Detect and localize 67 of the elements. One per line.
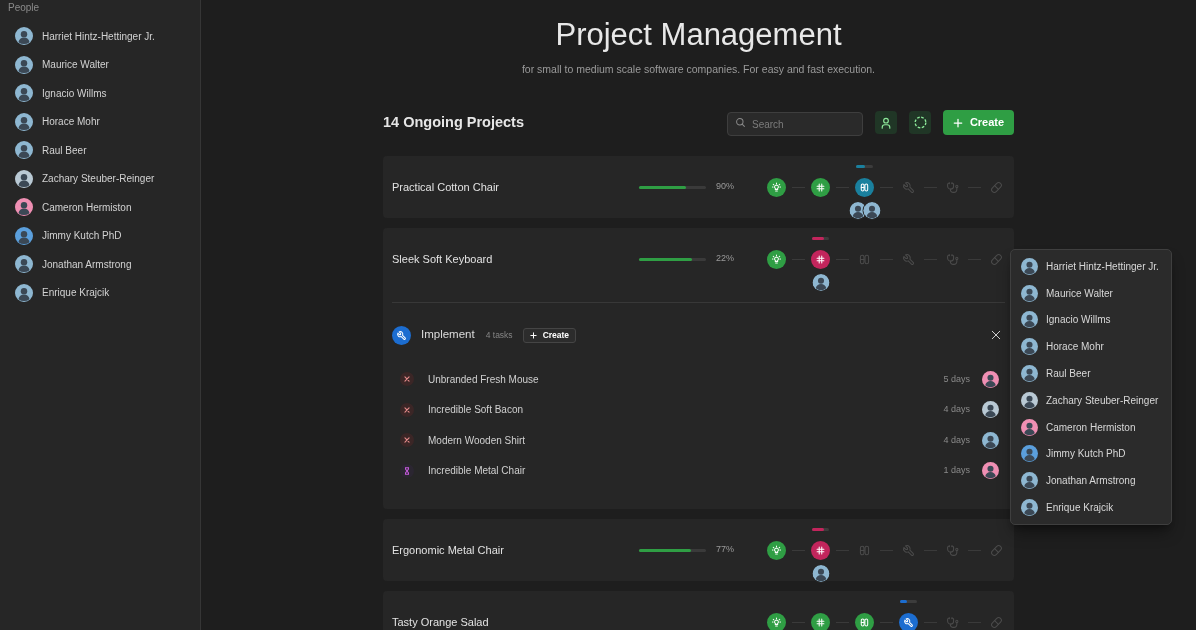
sidebar-item[interactable]: Enrique Krajcik — [0, 278, 200, 307]
search-field[interactable]: Search — [727, 112, 863, 136]
sidebar-item[interactable]: Raul Beer — [0, 136, 200, 165]
menu-item[interactable]: Raul Beer — [1011, 360, 1171, 387]
menu-item[interactable]: Jimmy Kutch PhD — [1011, 440, 1171, 468]
menu-item[interactable]: Jonathan Armstrong — [1011, 467, 1171, 495]
menu-item[interactable]: Zachary Steuber-Reinger — [1011, 387, 1171, 414]
sidebar-item[interactable]: Maurice Walter — [0, 50, 200, 79]
page-subtitle: for small to medium scale software companies. For easy and fast execution. — [520, 62, 877, 77]
sidebar-item[interactable]: Harriet Hintz-Hettinger Jr. — [0, 22, 200, 51]
lightbulb-icon[interactable] — [767, 177, 786, 197]
task-name: Modern Wooden Shirt — [428, 433, 526, 448]
dashed-circle-icon — [912, 115, 928, 130]
menu-item[interactable]: Harriet Hintz-Hettinger Jr. — [1011, 253, 1171, 280]
project-name: Ergonomic Metal Chair — [392, 543, 505, 557]
progress-percent: 22% — [716, 252, 735, 266]
lightbulb-icon[interactable] — [767, 249, 786, 269]
sidebar-item[interactable]: Cameron Hermiston — [0, 193, 200, 222]
create-task-button[interactable]: Create — [522, 327, 577, 343]
due-text: 4 days — [943, 433, 970, 447]
twin-capsule-icon[interactable] — [855, 177, 874, 197]
lightbulb-icon[interactable] — [767, 612, 786, 630]
wrench-icon — [392, 325, 411, 345]
menu-item[interactable]: Cameron Hermiston — [1011, 413, 1171, 441]
hourglass-icon — [400, 463, 414, 478]
menu-item[interactable]: Enrique Krajcik — [1011, 494, 1171, 521]
wrench-icon[interactable] — [899, 612, 918, 630]
hash-icon[interactable] — [811, 249, 830, 269]
search-icon — [735, 117, 746, 128]
plus-icon — [529, 331, 537, 339]
sidebar-heading: People — [7, 1, 41, 13]
dashed-circle-button[interactable] — [909, 111, 931, 134]
lightbulb-icon[interactable] — [767, 540, 786, 560]
person-button[interactable] — [875, 111, 897, 134]
page-title: Project Management — [554, 16, 843, 54]
person-icon — [879, 115, 893, 130]
x-mark-icon — [400, 402, 414, 417]
task-name: Incredible Soft Bacon — [428, 403, 524, 418]
project-name: Tasty Orange Salad — [392, 615, 490, 629]
menu-item[interactable]: Maurice Walter — [1011, 279, 1171, 307]
menu-item[interactable]: Ignacio Willms — [1011, 306, 1171, 334]
x-mark-icon — [400, 433, 414, 448]
project-name: Practical Cotton Chair — [392, 180, 500, 194]
sidebar-item[interactable]: Jimmy Kutch PhD — [0, 221, 200, 250]
close-icon[interactable] — [991, 330, 1001, 340]
sidebar-item[interactable]: Jonathan Armstrong — [0, 250, 200, 279]
menu-item[interactable]: Horace Mohr — [1011, 333, 1171, 361]
due-text: 5 days — [943, 372, 970, 386]
due-text: 4 days — [943, 403, 970, 416]
plus-icon — [952, 117, 963, 128]
project-name: Sleek Soft Keyboard — [392, 252, 494, 266]
hash-icon[interactable] — [811, 540, 830, 560]
task-name: Incredible Metal Chair — [428, 464, 526, 479]
sidebar-item[interactable]: Horace Mohr — [0, 107, 200, 136]
hash-icon[interactable] — [811, 177, 830, 197]
twin-capsule-icon[interactable] — [855, 612, 874, 630]
x-mark-icon — [400, 372, 414, 387]
progress-percent: 90% — [716, 180, 735, 194]
projects-heading: 14 Ongoing Projects — [383, 112, 525, 132]
panel-title: Implement — [421, 327, 475, 343]
task-name: Unbranded Fresh Mouse — [428, 372, 539, 387]
task-count: 4 tasks — [485, 328, 513, 342]
hash-icon[interactable] — [811, 612, 830, 630]
sidebar-item[interactable]: Ignacio Willms — [0, 79, 200, 108]
due-text: 1 days — [943, 464, 970, 477]
sidebar-item[interactable]: Zachary Steuber-Reinger — [0, 164, 200, 193]
progress-percent: 77% — [716, 543, 735, 557]
